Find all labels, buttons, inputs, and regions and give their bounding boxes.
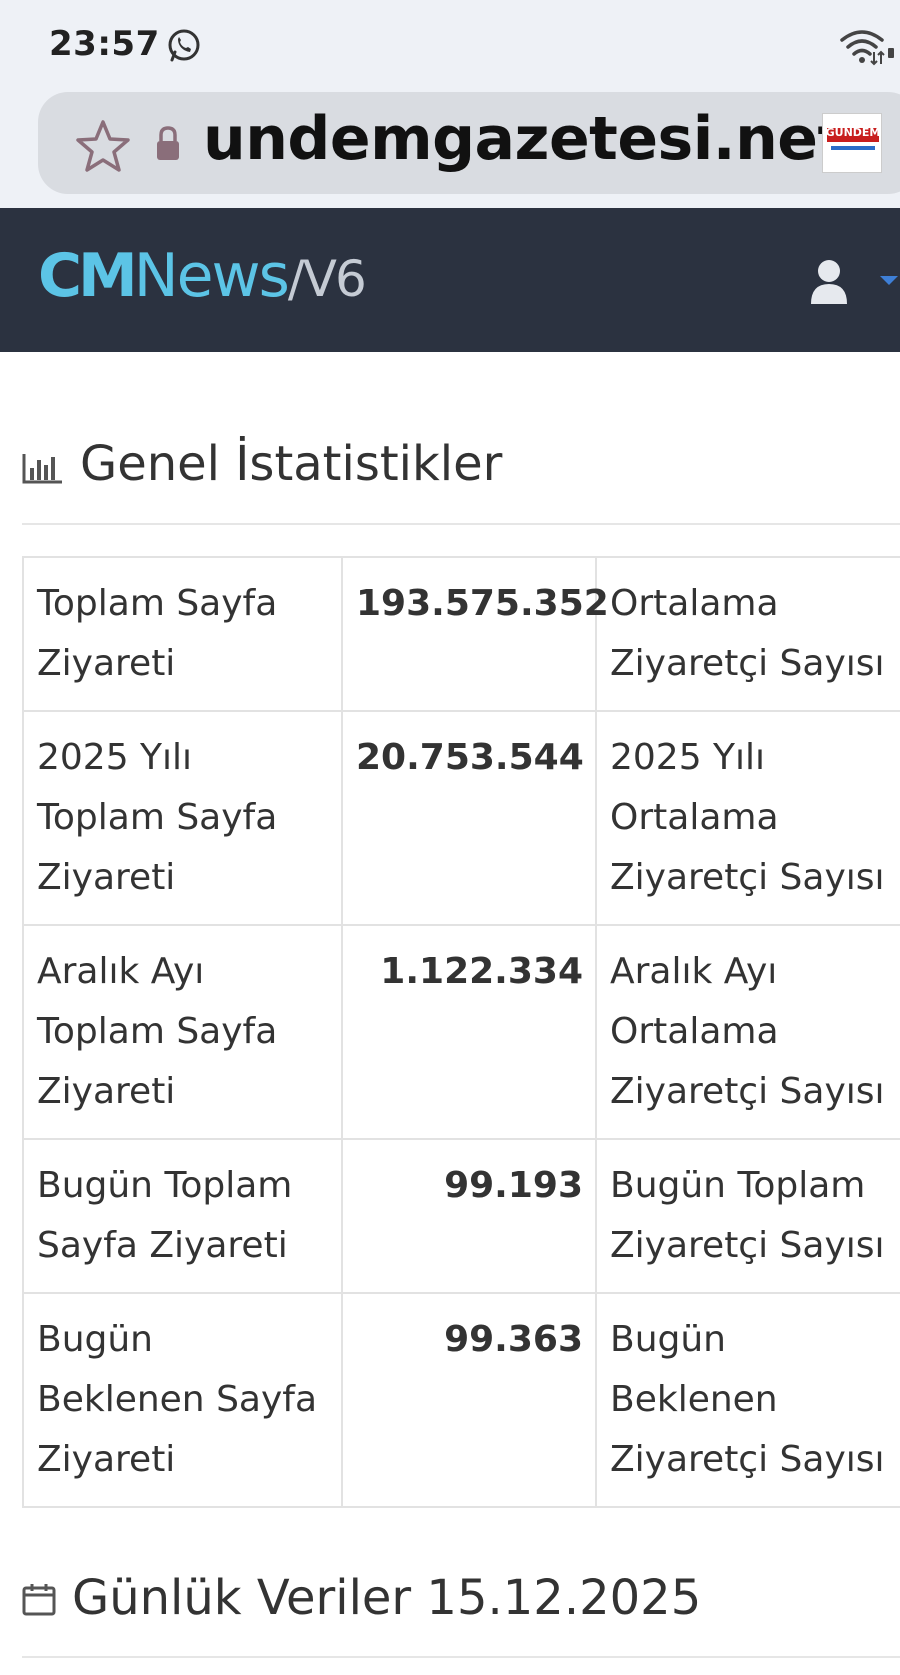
calendar-icon [22,1584,56,1616]
row-value: 1.122.334 [341,924,597,1140]
table-row: Toplam Sayfa Ziyareti 193.575.352 Ortala… [22,556,900,712]
star-icon[interactable] [74,118,132,176]
table-row: 2025 Yılı Toplam Sayfa Ziyareti 20.753.5… [22,710,900,926]
whatsapp-icon [168,29,200,62]
row-label: Aralık Ayı Toplam Sayfa Ziyareti [22,924,343,1140]
favicon-stripe [831,146,875,150]
url-text[interactable]: undemgazetesi.net [203,104,846,174]
logo-version: /V6 [287,250,367,308]
divider [22,1656,900,1658]
row-value: 20.753.544 [341,710,597,926]
lock-icon [157,126,179,160]
status-time: 23:57 [49,24,160,64]
table-row: Bugün Beklenen Sayfa Ziyareti 99.363 Bug… [22,1292,900,1508]
stats-table: Toplam Sayfa Ziyareti 193.575.352 Ortala… [22,556,900,1508]
bar-chart-icon [22,454,62,484]
divider [22,523,900,525]
row-label: Bugün Beklenen Sayfa Ziyareti [22,1292,343,1508]
row-label-2-text: Bugün Toplam Ziyaretçi Sayısı [610,1165,885,1266]
table-row: Aralık Ayı Toplam Sayfa Ziyareti 1.122.3… [22,924,900,1140]
row-value: 99.193 [341,1138,597,1294]
address-bar[interactable]: undemgazetesi.net GÜNDEM [38,92,900,194]
row-label-2-text: Ortalama Ziyaretçi Sayısı [610,583,885,684]
signal-icon [888,48,894,58]
row-label-2-text: Aralık Ayı Ortalama Ziyaretçi Sayısı [610,951,885,1112]
cmnews-logo[interactable]: CMNews/V6 [38,246,367,309]
row-label-2-text: Bugün Beklenen Ziyaretçi Sayısı [610,1319,885,1480]
browser-toolbar: undemgazetesi.net GÜNDEM [0,92,900,208]
row-label-2: Ortalama Ziyaretçi Sayısı [595,556,900,712]
row-label-2-text: 2025 Yılı Ortalama Ziyaretçi Sayısı [610,737,885,898]
status-bar: 23:57 [0,0,900,92]
logo-news: News [133,241,290,311]
row-value: 99.363 [341,1292,597,1508]
row-label-2: Bugün Beklenen Ziyaretçi Sayısı [595,1292,900,1508]
page-title: Genel İstatistikler [80,436,503,492]
row-value: 193.575.352 [341,556,609,712]
caret-down-icon[interactable] [880,276,898,285]
wifi-icon [840,30,885,66]
row-label-2: Bugün Toplam Ziyaretçi Sayısı [595,1138,900,1294]
user-icon[interactable] [810,258,848,306]
daily-title: Günlük Veriler 15.12.2025 [72,1570,702,1626]
row-label: Toplam Sayfa Ziyareti [22,556,343,712]
table-row: Bugün Toplam Sayfa Ziyareti 99.193 Bugün… [22,1138,900,1294]
row-label-2: Aralık Ayı Ortalama Ziyaretçi Sayısı [595,924,900,1140]
logo-cm: CM [38,241,138,311]
favicon-text: GÜNDEM [825,126,881,139]
site-favicon: GÜNDEM [822,113,882,173]
row-label: Bugün Toplam Sayfa Ziyareti [22,1138,343,1294]
row-label-2: 2025 Yılı Ortalama Ziyaretçi Sayısı [595,710,900,926]
row-label: 2025 Yılı Toplam Sayfa Ziyareti [22,710,343,926]
